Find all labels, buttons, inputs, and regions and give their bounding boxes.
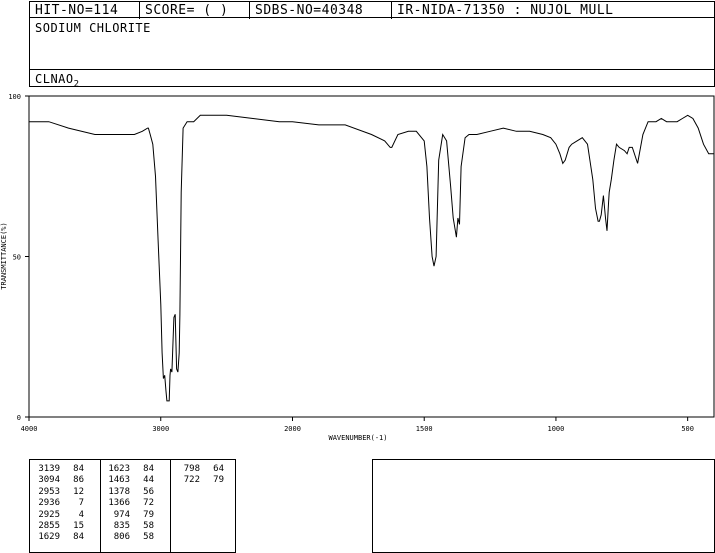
peak-transmittance: 12	[73, 486, 84, 497]
peak-row: 835 58	[102, 521, 154, 532]
peak-wavenumber: 2925	[38, 509, 60, 520]
x-axis-label: WAVENUMBER(-1)	[328, 434, 387, 442]
y-axis: 0 50 100	[8, 93, 29, 422]
y-tick-label: 50	[13, 254, 21, 262]
y-tick-label: 0	[17, 414, 21, 422]
x-tick-label: 3000	[152, 425, 169, 433]
peak-row: 1623 84	[102, 464, 154, 475]
peak-wavenumber: 1623	[108, 464, 130, 474]
x-tick-label: 2000	[284, 425, 301, 433]
peak-transmittance: 84	[73, 532, 84, 543]
peak-wavenumber: 722	[183, 475, 200, 486]
peak-transmittance: 84	[73, 464, 84, 474]
peak-row: 798 64	[172, 464, 224, 475]
peak-transmittance: 84	[143, 464, 154, 474]
peak-row: 1463 44	[102, 475, 154, 486]
empty-panel	[372, 459, 715, 553]
peak-row: 806 58	[102, 532, 154, 543]
x-tick-label: 1500	[416, 425, 433, 433]
peak-wavenumber: 1629	[38, 532, 60, 543]
peak-row: 1366 72	[102, 498, 154, 509]
peak-wavenumber: 806	[113, 532, 130, 543]
peak-transmittance: 4	[78, 509, 84, 520]
peak-transmittance: 86	[73, 475, 84, 486]
y-axis-label: TRANSMITTANCE(%)	[0, 222, 8, 289]
peak-row: 2855 15	[32, 521, 84, 532]
y-tick-label: 100	[8, 93, 21, 101]
plot-frame	[28, 95, 715, 418]
x-tick-label: 500	[681, 425, 694, 433]
peak-transmittance: 58	[143, 520, 154, 531]
peak-transmittance: 72	[143, 498, 154, 509]
x-tick-label: 4000	[21, 425, 38, 433]
peak-wavenumber: 1378	[108, 486, 130, 497]
peak-wavenumber: 3094	[38, 475, 60, 486]
peak-row: 3139 84	[32, 464, 84, 475]
peak-col-divider-1	[100, 460, 101, 552]
peak-transmittance: 15	[73, 520, 84, 531]
peak-row: 722 79	[172, 475, 224, 486]
peak-wavenumber: 3139	[38, 464, 60, 474]
peak-transmittance: 79	[213, 475, 224, 486]
peak-column-3: 798 64 722 79	[172, 464, 224, 487]
peak-wavenumber: 835	[113, 520, 130, 531]
peak-table: 3139 84 3094 86 2953 12 2936 7 2925 4 2855 15 1629 84…	[29, 459, 236, 553]
peak-row: 1629 84	[32, 532, 84, 543]
peak-column-2: 1623 84 1463 44 1378 56 1366 72 974 79 835 58 806 58	[102, 464, 154, 544]
peak-wavenumber: 1366	[108, 498, 130, 509]
spectrum-line	[29, 114, 714, 402]
peak-wavenumber: 798	[183, 464, 200, 474]
peak-wavenumber: 974	[113, 509, 130, 520]
peak-transmittance: 56	[143, 486, 154, 497]
peak-column-1: 3139 84 3094 86 2953 12 2936 7 2925 4 2855 15 1629 84	[32, 464, 84, 544]
peak-wavenumber: 2936	[38, 498, 60, 509]
peak-wavenumber: 2953	[38, 486, 60, 497]
peak-transmittance: 7	[78, 498, 84, 509]
peak-wavenumber: 1463	[108, 475, 130, 486]
x-axis: 4000 3000 2000 1500 1000 500	[21, 417, 694, 433]
peak-col-divider-2	[170, 460, 171, 552]
peak-transmittance: 79	[143, 509, 154, 520]
peak-row: 2936 7	[32, 498, 84, 509]
peak-row: 2953 12	[32, 487, 84, 498]
peak-row: 1378 56	[102, 487, 154, 498]
x-tick-label: 1000	[548, 425, 565, 433]
peak-row: 2925 4	[32, 510, 84, 521]
peak-transmittance: 64	[213, 464, 224, 474]
peak-row: 974 79	[102, 510, 154, 521]
peak-row: 3094 86	[32, 475, 84, 486]
peak-wavenumber: 2855	[38, 520, 60, 531]
peak-transmittance: 58	[143, 532, 154, 543]
peak-transmittance: 44	[143, 475, 154, 486]
ir-spectrum-chart: 0 50 100 4000 3000 2000 1500 1000 500 WAVENUMBE…	[0, 93, 715, 442]
